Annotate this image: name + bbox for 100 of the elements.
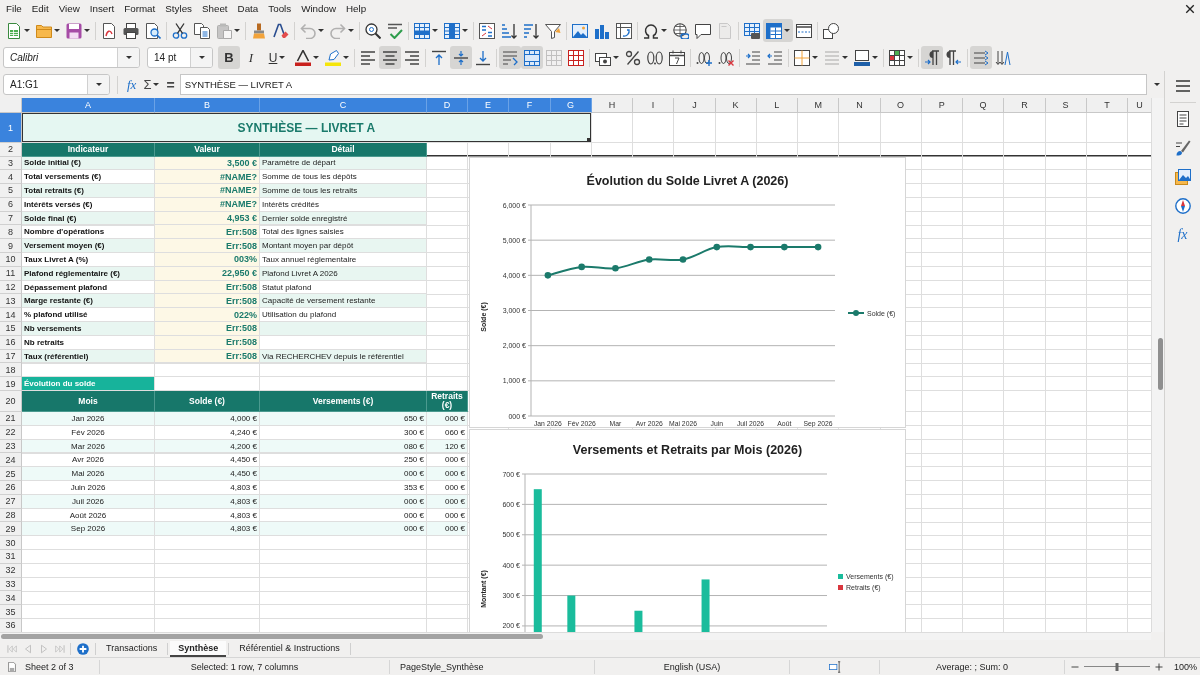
row-header[interactable]: 13 xyxy=(0,294,22,309)
font-name-field[interactable]: Calibri xyxy=(3,47,140,68)
column-header[interactable]: U xyxy=(1128,98,1151,113)
italic-button[interactable]: I xyxy=(240,46,262,69)
align-center-button[interactable] xyxy=(379,46,401,69)
table-cell: Taux Livret A (%) xyxy=(22,253,155,267)
column-header[interactable]: A xyxy=(22,98,155,113)
caret-icon xyxy=(84,29,90,32)
row-header[interactable]: 14 xyxy=(0,308,22,323)
menu-item[interactable]: Format xyxy=(119,2,161,15)
dropdown-button[interactable] xyxy=(190,48,212,67)
folder-icon xyxy=(36,22,52,39)
vertical-text-icon xyxy=(995,49,1011,66)
data-point xyxy=(645,256,653,263)
row-header[interactable]: 18 xyxy=(0,363,22,378)
vertical-scrollbar[interactable] xyxy=(1151,98,1164,632)
left-to-right-button[interactable] xyxy=(921,46,943,69)
menu-item[interactable]: View xyxy=(53,2,85,15)
menu-item[interactable]: File xyxy=(1,2,27,15)
column-header[interactable]: O xyxy=(880,98,922,113)
row-header[interactable]: 2 xyxy=(0,143,22,157)
menu-item[interactable]: Data xyxy=(232,2,264,15)
merge-center-button[interactable] xyxy=(521,46,543,69)
menu-item[interactable]: Help xyxy=(341,2,372,15)
column-header[interactable]: M xyxy=(798,98,840,113)
column-header[interactable]: F xyxy=(509,98,551,113)
row-header[interactable]: 29 xyxy=(0,522,22,537)
column-header[interactable]: E xyxy=(468,98,510,113)
bar xyxy=(634,610,643,632)
row-header[interactable]: 34 xyxy=(0,591,22,606)
column-header[interactable]: P xyxy=(921,98,963,113)
column-header[interactable]: B xyxy=(155,98,260,113)
column-header[interactable]: J xyxy=(674,98,716,113)
row-header[interactable]: 35 xyxy=(0,605,22,619)
row-header[interactable]: 30 xyxy=(0,536,22,550)
zoom-slider-thumb[interactable] xyxy=(1115,662,1119,671)
column-header[interactable]: N xyxy=(839,98,881,113)
freeze-button[interactable] xyxy=(763,19,793,42)
bold-button[interactable]: B xyxy=(218,46,240,69)
menu-item[interactable]: Edit xyxy=(26,2,54,15)
font-size-field[interactable]: 14 pt xyxy=(147,47,213,68)
column-header[interactable]: L xyxy=(756,98,798,113)
column-header[interactable]: S xyxy=(1045,98,1087,113)
menu-item[interactable]: Window xyxy=(296,2,342,15)
underline-button[interactable]: U xyxy=(262,46,292,69)
column-header[interactable]: G xyxy=(550,98,592,113)
formula-input-field[interactable]: SYNTHÈSE — LIVRET A xyxy=(179,74,1147,95)
column-header[interactable]: C xyxy=(260,98,427,113)
table-cell: 000 € xyxy=(260,467,427,482)
row-header[interactable]: 20 xyxy=(0,391,22,413)
column-heading: Détail xyxy=(260,143,427,157)
column-header[interactable]: D xyxy=(427,98,468,113)
align-top-icon xyxy=(431,49,447,66)
menu-item[interactable]: Tools xyxy=(263,2,297,15)
document-icon xyxy=(717,22,733,39)
row-header[interactable]: 24 xyxy=(0,453,22,468)
menu-item[interactable]: Styles xyxy=(160,2,197,15)
horizontal-scrollbar[interactable] xyxy=(0,632,1151,640)
row-header[interactable]: 19 xyxy=(0,377,22,392)
row-header[interactable]: 1 xyxy=(0,113,22,143)
sort-ascending-icon xyxy=(501,22,517,39)
table-cell: 022% xyxy=(155,308,260,323)
menu-item[interactable]: Sheet xyxy=(197,2,233,15)
row-header[interactable]: 36 xyxy=(0,619,22,632)
row-header[interactable]: 26 xyxy=(0,481,22,495)
sheet-tab[interactable]: Transactions xyxy=(98,640,166,657)
column-header[interactable]: I xyxy=(633,98,675,113)
zoom-level[interactable]: 100% xyxy=(1174,661,1198,672)
table-cell: Taux annuel réglementaire xyxy=(260,253,427,267)
center-vertically-button[interactable] xyxy=(450,46,472,69)
column-header[interactable]: T xyxy=(1086,98,1128,113)
dropdown-button[interactable] xyxy=(117,48,139,67)
spreadsheet-icon xyxy=(6,22,22,39)
cell-grid[interactable] xyxy=(0,98,1151,632)
text-direction-button[interactable] xyxy=(970,46,992,69)
name-box-field[interactable]: A1:G1 xyxy=(3,74,110,95)
column-header[interactable]: K xyxy=(715,98,757,113)
menu-icon xyxy=(1174,78,1191,94)
function-wizard-button[interactable]: fx xyxy=(125,74,139,95)
row-header[interactable]: 5 xyxy=(0,184,22,198)
sum-button[interactable]: Σ xyxy=(141,74,162,95)
row-header[interactable]: 4 xyxy=(0,170,22,185)
column-header[interactable]: H xyxy=(591,98,633,113)
functions-button[interactable]: fx xyxy=(1170,223,1195,247)
sheet-tab[interactable]: Synthèse xyxy=(170,640,227,657)
selection-mode-icon[interactable] xyxy=(828,660,841,673)
row-header[interactable]: 9 xyxy=(0,239,22,254)
row-header[interactable]: 8 xyxy=(0,225,22,240)
language[interactable]: English (USA) xyxy=(663,661,721,672)
formula-button[interactable]: = xyxy=(164,74,177,95)
menu-item[interactable]: Insert xyxy=(84,2,120,15)
dropdown-button[interactable] xyxy=(87,75,109,94)
row-header[interactable]: 31 xyxy=(0,550,22,564)
row-header[interactable]: 21 xyxy=(0,412,22,426)
column-header[interactable]: Q xyxy=(963,98,1005,113)
row-header[interactable]: 15 xyxy=(0,322,22,336)
column-header[interactable]: R xyxy=(1004,98,1046,113)
row-header[interactable]: 25 xyxy=(0,467,22,482)
sheet-tab[interactable]: Référentiel & Instructions xyxy=(231,640,348,657)
row-header[interactable]: 10 xyxy=(0,253,22,267)
